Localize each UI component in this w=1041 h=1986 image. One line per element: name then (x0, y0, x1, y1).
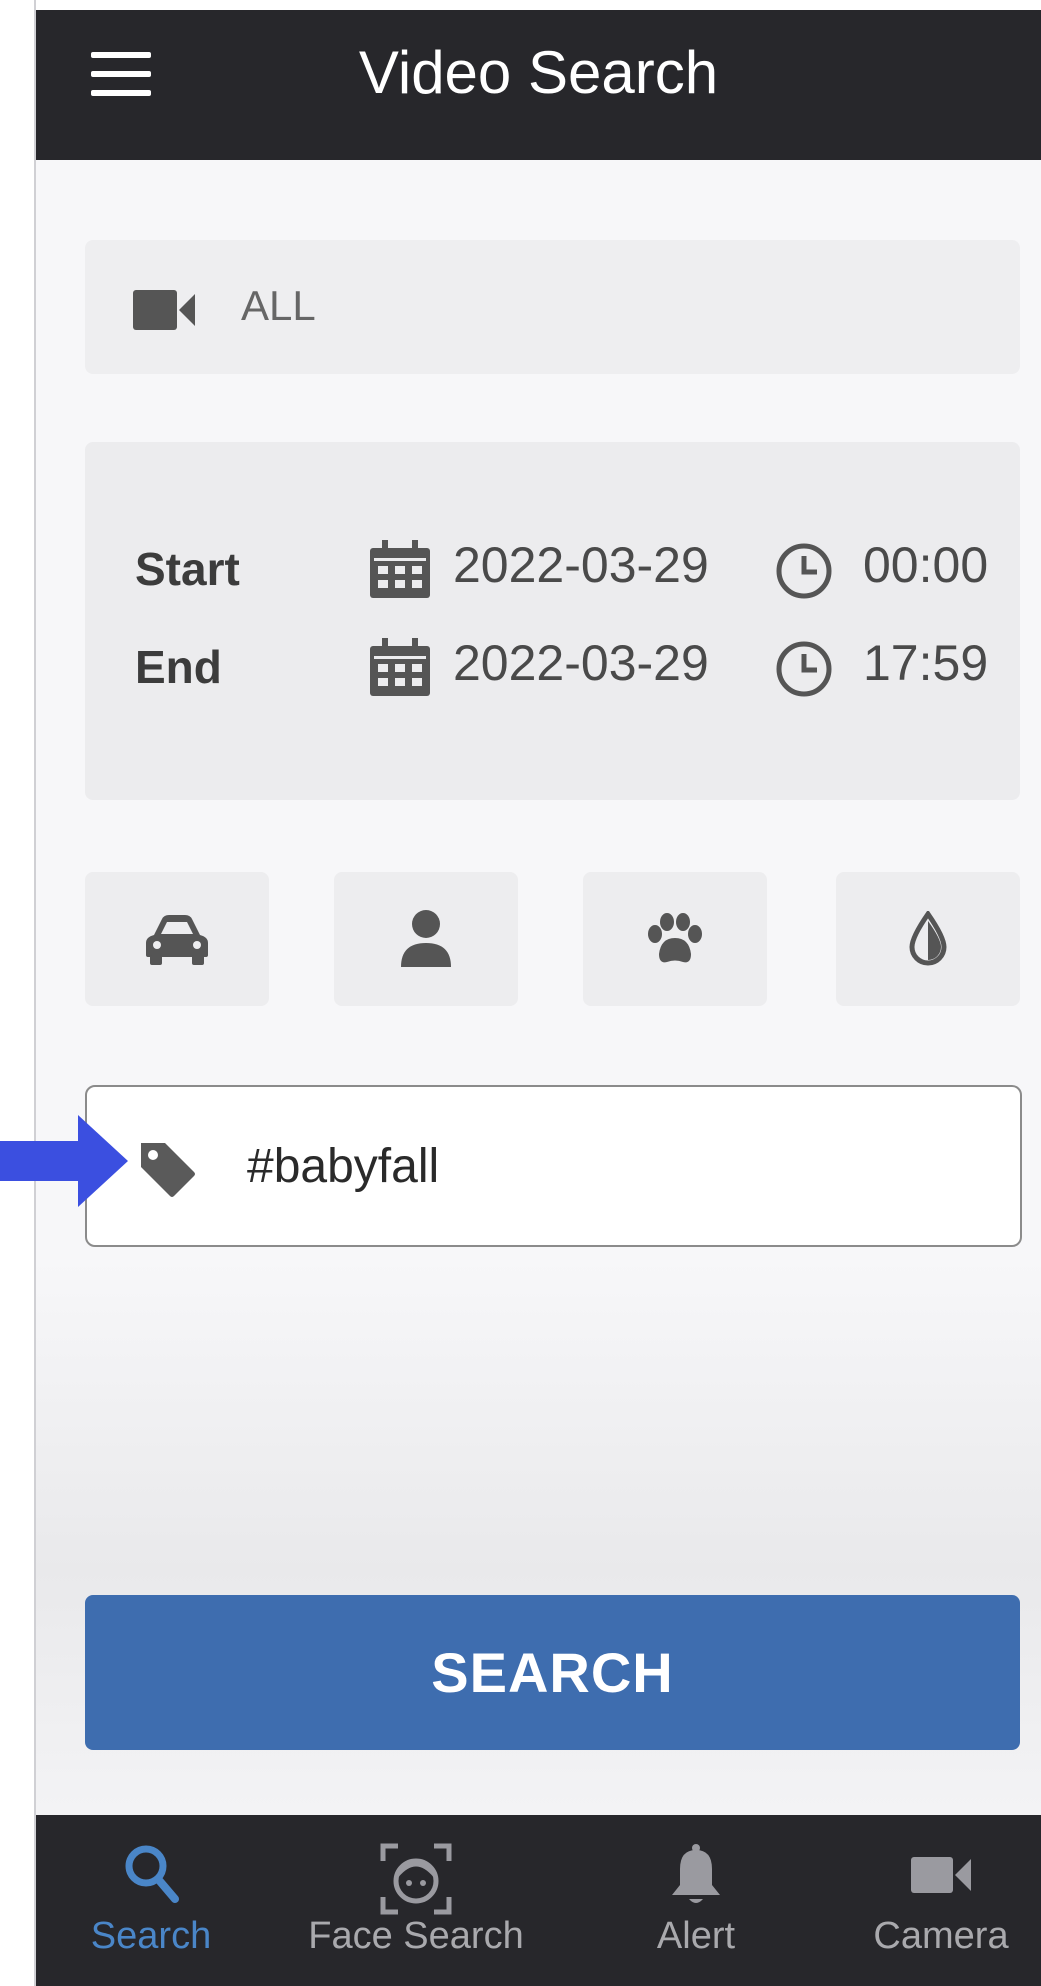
calendar-icon (370, 540, 430, 598)
paw-icon (648, 913, 702, 963)
face-scan-icon (380, 1843, 452, 1915)
nav-alert[interactable]: Alert (616, 1815, 776, 1986)
clock-icon (776, 543, 832, 599)
nav-search[interactable]: Search (66, 1815, 236, 1986)
app-screen: Video Search ALL Start 2022-03-29 00:00 … (36, 10, 1041, 1986)
nav-camera[interactable]: Camera (856, 1815, 1026, 1986)
camera-selector-value: ALL (241, 282, 316, 329)
end-label: End (135, 641, 222, 693)
nav-alert-label: Alert (656, 1915, 736, 1957)
clock-icon (776, 641, 832, 697)
car-icon (146, 915, 208, 965)
top-app-bar: Video Search (36, 10, 1041, 160)
search-icon (125, 1845, 179, 1903)
annotation-arrow-icon (0, 1115, 128, 1207)
animal-filter-button[interactable] (583, 872, 767, 1006)
end-row: End 2022-03-29 17:59 (85, 632, 1020, 702)
start-time-field[interactable]: 00:00 (863, 536, 988, 594)
nav-face-search-label: Face Search (308, 1915, 524, 1957)
person-filter-button[interactable] (334, 872, 518, 1006)
tag-icon (141, 1143, 195, 1197)
start-label: Start (135, 543, 240, 595)
bottom-navigation: Search Face Search Alert Camera (36, 1815, 1041, 1986)
person-icon (401, 910, 451, 967)
nav-camera-label: Camera (873, 1915, 1009, 1957)
page-title: Video Search (358, 39, 719, 106)
start-row: Start 2022-03-29 00:00 (85, 534, 1020, 604)
liquid-filter-button[interactable] (836, 872, 1020, 1006)
time-range-panel: Start 2022-03-29 00:00 End 2022-03-29 17… (85, 442, 1020, 800)
end-date-field[interactable]: 2022-03-29 (453, 634, 709, 692)
nav-search-label: Search (90, 1915, 212, 1957)
droplet-icon (909, 911, 947, 966)
nav-face-search[interactable]: Face Search (296, 1815, 536, 1986)
camera-selector[interactable]: ALL (85, 240, 1020, 374)
video-camera-icon (133, 290, 195, 330)
start-date-field[interactable]: 2022-03-29 (453, 536, 709, 594)
tag-search-value: #babyfall (247, 1140, 440, 1193)
tag-search-input[interactable]: #babyfall (85, 1085, 1022, 1247)
vehicle-filter-button[interactable] (85, 872, 269, 1006)
video-camera-icon (911, 1857, 971, 1893)
calendar-icon (370, 638, 430, 696)
bell-icon (672, 1844, 720, 1903)
end-time-field[interactable]: 17:59 (863, 634, 988, 692)
search-button[interactable]: SEARCH (85, 1595, 1020, 1750)
